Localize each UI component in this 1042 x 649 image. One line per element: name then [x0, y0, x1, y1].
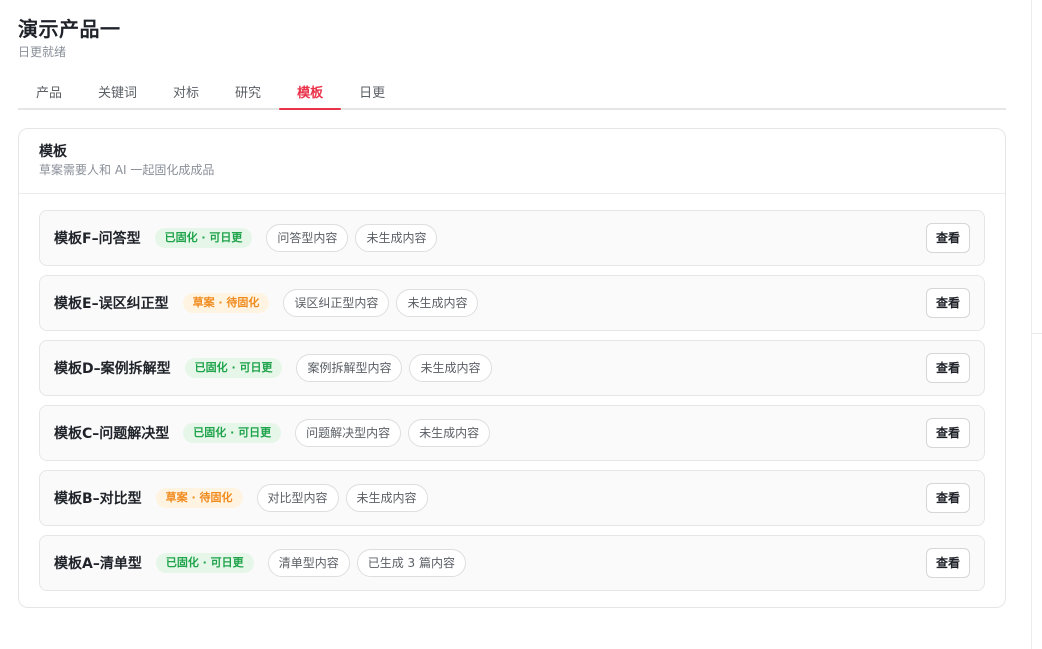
side-panel-separator — [1032, 333, 1042, 334]
template-row: 模板F–问答型 已固化 · 可日更 问答型内容 未生成内容 查看 — [39, 210, 985, 266]
template-list: 模板F–问答型 已固化 · 可日更 问答型内容 未生成内容 查看 模板E–误区纠… — [39, 210, 985, 600]
status-badge: 已固化 · 可日更 — [183, 423, 282, 443]
template-name: 模板F–问答型 — [54, 231, 141, 247]
panel-title: 模板 — [39, 144, 67, 160]
tab-bar: 产品 关键词 对标 研究 模板 日更 — [18, 80, 1006, 110]
view-button[interactable]: 查看 — [926, 548, 970, 578]
tab-benchmark[interactable]: 对标 — [155, 80, 217, 108]
content-type-tag: 误区纠正型内容 — [283, 289, 390, 317]
status-badge: 草案 · 待固化 — [182, 293, 270, 313]
view-button[interactable]: 查看 — [926, 353, 970, 383]
panel-header: 模板 草案需要人和 AI 一起固化成成品 — [19, 129, 1005, 194]
template-name: 模板C–问题解决型 — [54, 426, 170, 442]
status-badge: 已固化 · 可日更 — [155, 553, 254, 573]
view-button[interactable]: 查看 — [926, 288, 970, 318]
tab-daily-update[interactable]: 日更 — [341, 80, 403, 108]
content-type-tag: 问题解决型内容 — [295, 419, 402, 447]
progress-tag: 未生成内容 — [408, 419, 491, 447]
content-type-tag: 问答型内容 — [266, 224, 349, 252]
template-name: 模板A–清单型 — [54, 556, 142, 572]
progress-tag: 未生成内容 — [409, 354, 492, 382]
page-header: 演示产品一 日更就绪 — [18, 15, 121, 60]
content-type-tag: 案例拆解型内容 — [296, 354, 403, 382]
progress-tag: 未生成内容 — [345, 484, 428, 512]
template-row: 模板D–案例拆解型 已固化 · 可日更 案例拆解型内容 未生成内容 查看 — [39, 340, 985, 396]
page-title: 演示产品一 — [18, 17, 121, 41]
content-type-tag: 清单型内容 — [267, 549, 350, 577]
progress-tag: 未生成内容 — [355, 224, 438, 252]
view-button[interactable]: 查看 — [926, 223, 970, 253]
template-name: 模板E–误区纠正型 — [54, 296, 169, 312]
template-row: 模板A–清单型 已固化 · 可日更 清单型内容 已生成 3 篇内容 查看 — [39, 535, 985, 591]
template-row: 模板B–对比型 草案 · 待固化 对比型内容 未生成内容 查看 — [39, 470, 985, 526]
tab-templates[interactable]: 模板 — [279, 80, 342, 110]
tab-product[interactable]: 产品 — [18, 80, 80, 108]
template-row: 模板C–问题解决型 已固化 · 可日更 问题解决型内容 未生成内容 查看 — [39, 405, 985, 461]
panel-subtitle: 草案需要人和 AI 一起固化成成品 — [39, 163, 215, 177]
status-badge: 已固化 · 可日更 — [184, 358, 283, 378]
tab-keywords[interactable]: 关键词 — [80, 80, 155, 108]
template-row: 模板E–误区纠正型 草案 · 待固化 误区纠正型内容 未生成内容 查看 — [39, 275, 985, 331]
template-name: 模板D–案例拆解型 — [54, 361, 171, 377]
template-name: 模板B–对比型 — [54, 491, 142, 507]
status-badge: 草案 · 待固化 — [155, 488, 243, 508]
view-button[interactable]: 查看 — [926, 483, 970, 513]
content-type-tag: 对比型内容 — [256, 484, 339, 512]
page-subtitle: 日更就绪 — [18, 45, 67, 59]
templates-panel: 模板 草案需要人和 AI 一起固化成成品 模板F–问答型 已固化 · 可日更 问… — [18, 128, 1006, 608]
side-panel-divider — [1031, 0, 1032, 649]
progress-tag: 已生成 3 篇内容 — [356, 549, 466, 577]
progress-tag: 未生成内容 — [396, 289, 479, 317]
view-button[interactable]: 查看 — [926, 418, 970, 448]
status-badge: 已固化 · 可日更 — [154, 228, 253, 248]
tab-research[interactable]: 研究 — [217, 80, 279, 108]
